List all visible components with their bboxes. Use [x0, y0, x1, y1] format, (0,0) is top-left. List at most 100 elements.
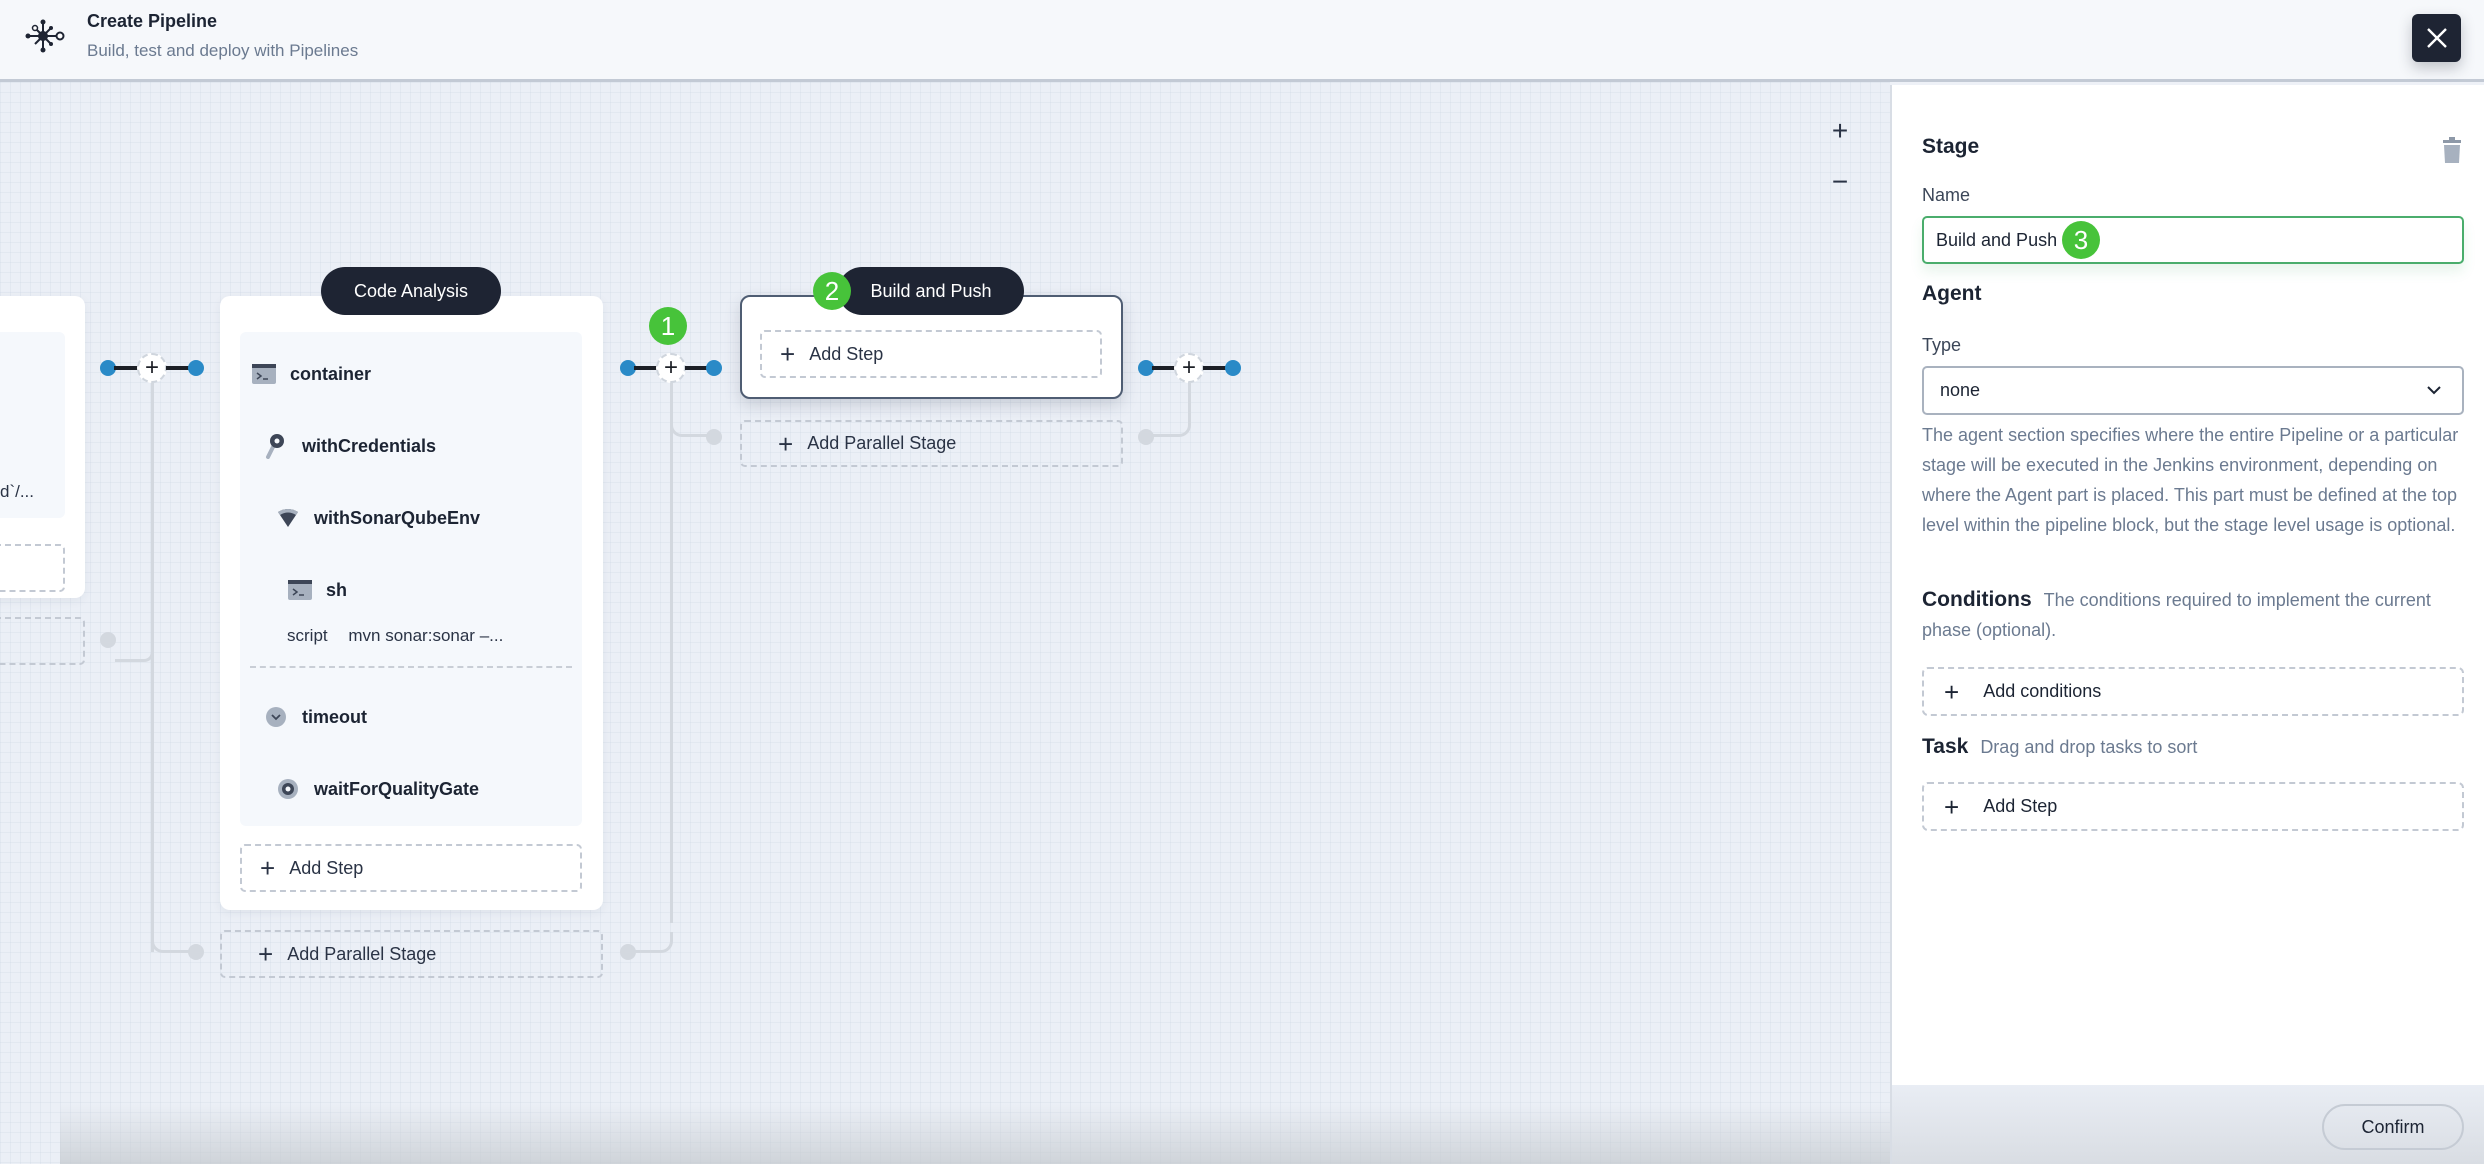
step-container[interactable]: container: [252, 362, 371, 386]
stage-name-pill[interactable]: Build and Push: [838, 267, 1024, 315]
step-param: script mvn sonar:sonar –...: [287, 626, 503, 646]
annotation-badge-1: 1: [649, 307, 687, 345]
steps-area: container withCredentials withSonarQubeE…: [240, 332, 582, 826]
terminal-icon: [288, 578, 312, 602]
add-stage-node[interactable]: +: [1174, 353, 1204, 383]
add-stage-node[interactable]: +: [656, 353, 686, 383]
parallel-dot: [188, 944, 204, 960]
step-name: waitForQualityGate: [314, 778, 480, 799]
stage-card-code-analysis[interactable]: container withCredentials withSonarQubeE…: [220, 296, 603, 910]
pipeline-canvas[interactable]: + − d`/... + container withCredentials w…: [0, 82, 1890, 1164]
quality-gate-icon: [276, 777, 300, 801]
stage-name-input[interactable]: Build and Push: [1922, 216, 2464, 264]
page-subtitle: Build, test and deploy with Pipelines: [87, 41, 359, 60]
step-withCredentials[interactable]: withCredentials: [264, 434, 437, 459]
conditions-section: Conditions The conditions required to imp…: [1922, 585, 2468, 645]
task-description: Drag and drop tasks to sort: [1980, 737, 2198, 757]
add-parallel-stage-button[interactable]: + Add Parallel Stage: [220, 930, 603, 978]
branch-line: [670, 383, 673, 923]
add-step-button[interactable]: + Add Step: [240, 844, 582, 892]
steps-area: d`/...: [0, 332, 65, 518]
add-conditions-button[interactable]: + Add conditions: [1922, 667, 2464, 716]
param-value: mvn sonar:sonar –...: [348, 626, 504, 645]
connector-dot: [706, 360, 722, 376]
step-name: timeout: [302, 706, 367, 727]
name-label: Name: [1922, 185, 1971, 205]
chevron-down-icon: [2427, 386, 2441, 395]
add-step-label: Add Step: [809, 343, 884, 364]
annotation-badge-3: 3: [2062, 221, 2100, 259]
pipeline-network-icon: [25, 19, 65, 53]
add-parallel-stage-button[interactable]: [0, 617, 85, 665]
task-section: Task Drag and drop tasks to sort: [1922, 732, 2468, 762]
panel-title: Stage: [1922, 135, 1980, 158]
connector-line: [1152, 366, 1176, 370]
step-waitForQualityGate[interactable]: waitForQualityGate: [276, 777, 479, 801]
branch-line: [151, 662, 154, 952]
stage-settings-panel: Stage Name Build and Push 3 Agent Type n…: [1890, 85, 2484, 1164]
branch-curve: [1150, 382, 1191, 437]
add-step-button[interactable]: [0, 544, 65, 592]
trash-icon[interactable]: [2440, 137, 2464, 163]
plus-icon: +: [1944, 791, 1960, 822]
branch-curve: [115, 642, 154, 662]
add-step-label: Add Step: [289, 857, 364, 878]
add-parallel-stage-button[interactable]: + Add Parallel Stage: [740, 420, 1123, 467]
add-parallel-label: Add Parallel Stage: [287, 943, 437, 964]
connector-dot: [1225, 360, 1241, 376]
zoom-in-button[interactable]: +: [1825, 116, 1855, 146]
parallel-dot: [620, 944, 636, 960]
agent-heading: Agent: [1922, 282, 1982, 305]
plus-icon: +: [258, 939, 274, 969]
add-stage-node[interactable]: +: [137, 353, 167, 383]
type-label: Type: [1922, 335, 1962, 355]
connector-line: [634, 366, 658, 370]
parallel-dot: [706, 429, 722, 445]
canvas-bottom-shadow: [60, 1104, 1890, 1164]
connector-line: [166, 366, 190, 370]
stage-card-previous[interactable]: d`/...: [0, 296, 85, 598]
connector-line: [1203, 366, 1227, 370]
step-name: container: [290, 363, 372, 384]
task-heading: Task: [1922, 735, 1969, 758]
stage-name-pill[interactable]: Code Analysis: [321, 267, 501, 315]
param-key: script: [287, 626, 328, 645]
close-button[interactable]: [2412, 14, 2461, 62]
close-icon: [2426, 28, 2447, 48]
step-withSonarQubeEnv[interactable]: withSonarQubeEnv: [276, 506, 480, 530]
add-parallel-label: Add Parallel Stage: [807, 433, 957, 453]
parallel-dot: [1138, 429, 1154, 445]
add-step-button[interactable]: + Add Step: [1922, 782, 2464, 831]
step-name: sh: [326, 579, 348, 600]
annotation-badge-2: 2: [813, 272, 851, 310]
confirm-button[interactable]: Confirm: [2322, 1104, 2464, 1150]
add-conditions-label: Add conditions: [1983, 681, 2102, 701]
sonarqube-icon: [276, 506, 300, 530]
connector-dot: [188, 360, 204, 376]
page-title: Create Pipeline: [87, 11, 218, 31]
parallel-dot: [100, 632, 116, 648]
step-sh[interactable]: sh: [288, 578, 347, 602]
zoom-out-button[interactable]: −: [1825, 167, 1855, 197]
branch-curve: [632, 932, 673, 953]
step-param-truncated: d`/...: [0, 482, 35, 501]
plus-icon: +: [778, 428, 794, 459]
header: Create Pipeline Build, test and deploy w…: [0, 0, 2484, 82]
stage-name-value: Build and Push: [1936, 229, 2058, 250]
key-icon: [264, 434, 288, 459]
agent-type-select[interactable]: none: [1922, 366, 2464, 415]
timeout-icon: [264, 705, 288, 729]
add-step-button[interactable]: + Add Step: [760, 330, 1102, 378]
step-timeout[interactable]: timeout: [264, 705, 367, 729]
connector-line: [114, 366, 138, 370]
step-name: withSonarQubeEnv: [314, 507, 481, 528]
plus-icon: +: [260, 853, 276, 883]
step-divider: [250, 666, 572, 668]
plus-icon: +: [1944, 676, 1960, 707]
branch-curve: [151, 932, 191, 953]
conditions-heading: Conditions: [1922, 588, 2032, 611]
step-name: withCredentials: [302, 435, 437, 456]
branch-line: [151, 383, 154, 683]
add-step-label: Add Step: [1983, 796, 2058, 816]
agent-type-value: none: [1940, 380, 1981, 400]
